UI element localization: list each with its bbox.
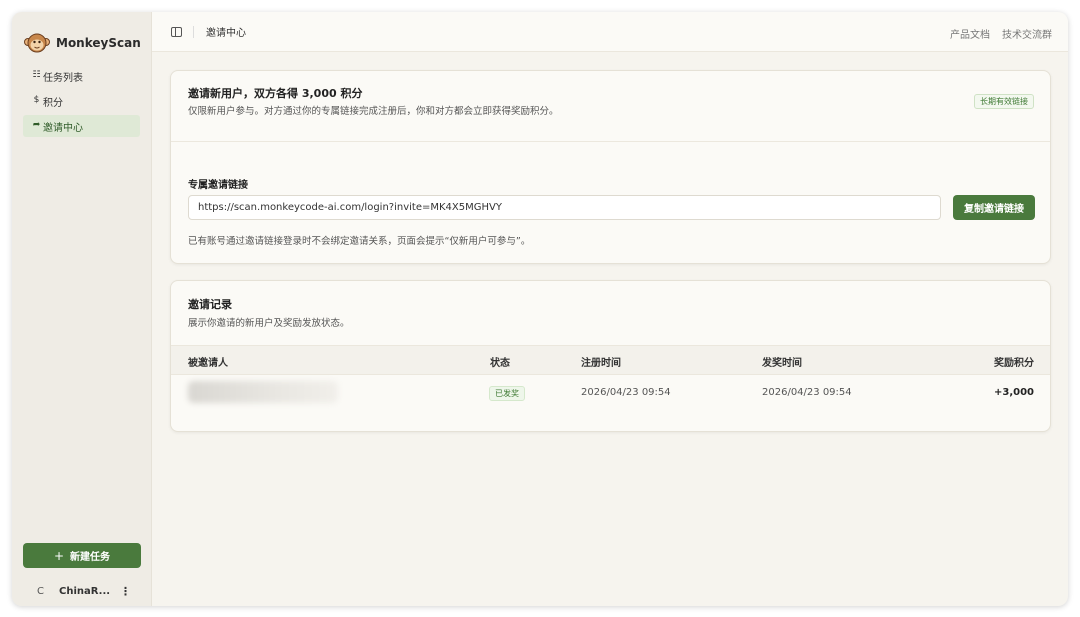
status-badge: 已发奖 bbox=[489, 386, 525, 401]
long-term-link-badge: 长期有效链接 bbox=[974, 94, 1034, 109]
invite-link-field[interactable] bbox=[188, 195, 941, 220]
invite-card: 邀请新用户，双方各得 3,000 积分 仅限新用户参与。对方通过你的专属链接完成… bbox=[170, 70, 1051, 264]
sidebar-item-invite-center[interactable]: ➦ 邀请中心 bbox=[23, 115, 140, 137]
column-registered-time: 注册时间 bbox=[581, 358, 621, 369]
sidebar-item-task-list[interactable]: ☷ 任务列表 bbox=[23, 65, 140, 87]
registered-time: 2026/04/23 09:54 bbox=[581, 387, 671, 398]
column-status: 状态 bbox=[490, 358, 510, 369]
column-reward-time: 发奖时间 bbox=[762, 358, 802, 369]
share-icon: ➦ bbox=[32, 120, 41, 130]
top-links: 产品文档 技术交流群 bbox=[938, 26, 1052, 41]
monkey-logo-icon bbox=[24, 33, 50, 52]
top-bar: 邀请中心 产品文档 技术交流群 bbox=[152, 12, 1068, 52]
main-content: 邀请中心 产品文档 技术交流群 邀请新用户，双方各得 3,000 积分 仅限新用… bbox=[152, 12, 1068, 606]
sidebar-item-points[interactable]: $ 积分 bbox=[23, 90, 140, 112]
invitee-name-redacted bbox=[188, 381, 338, 403]
column-reward-points: 奖励积分 bbox=[994, 358, 1034, 369]
invite-title: 邀请新用户，双方各得 3,000 积分 bbox=[188, 87, 363, 100]
sidebar-nav: ☷ 任务列表 $ 积分 ➦ 邀请中心 bbox=[12, 60, 151, 137]
more-vertical-icon[interactable]: ⋮ bbox=[120, 585, 131, 598]
invite-records-card: 邀请记录 展示你邀请的新用户及奖励发放状态。 被邀请人 状态 注册时间 发奖时间… bbox=[170, 280, 1051, 432]
coin-icon: $ bbox=[33, 95, 40, 105]
sidebar-item-label: 积分 bbox=[43, 97, 63, 109]
new-task-button[interactable]: + 新建任务 bbox=[23, 543, 141, 568]
copy-invite-link-button[interactable]: 复制邀请链接 bbox=[953, 195, 1035, 220]
reward-points: +3,000 bbox=[993, 387, 1034, 398]
docs-link[interactable]: 产品文档 bbox=[950, 26, 990, 41]
list-icon: ☷ bbox=[32, 70, 41, 80]
sidebar-toggle-icon[interactable] bbox=[171, 26, 182, 37]
invite-note: 已有账号通过邀请链接登录时不会绑定邀请关系，页面会提示“仅新用户可参与”。 bbox=[188, 236, 531, 247]
records-description: 展示你邀请的新用户及奖励发放状态。 bbox=[188, 318, 350, 329]
sidebar-item-label: 任务列表 bbox=[43, 72, 83, 84]
divider bbox=[193, 25, 194, 38]
breadcrumb: 邀请中心 bbox=[206, 28, 246, 39]
divider bbox=[171, 141, 1050, 142]
brand[interactable]: MonkeyScan bbox=[12, 12, 151, 60]
user-name: ChinaR... bbox=[59, 585, 111, 597]
invite-description: 仅限新用户参与。对方通过你的专属链接完成注册后，你和对方都会立即获得奖励积分。 bbox=[188, 106, 559, 117]
user-menu[interactable]: C ChinaR... ⋮ bbox=[23, 582, 141, 600]
app-window: MonkeyScan ☷ 任务列表 $ 积分 ➦ 邀请中心 + 新建任务 C C… bbox=[12, 12, 1068, 606]
avatar: C bbox=[37, 585, 44, 597]
invite-link-label: 专属邀请链接 bbox=[188, 180, 248, 191]
sidebar-item-label: 邀请中心 bbox=[43, 122, 83, 134]
sidebar: MonkeyScan ☷ 任务列表 $ 积分 ➦ 邀请中心 + 新建任务 C C… bbox=[12, 12, 152, 606]
app-name: MonkeyScan bbox=[56, 35, 141, 50]
community-link[interactable]: 技术交流群 bbox=[1002, 26, 1052, 41]
reward-time: 2026/04/23 09:54 bbox=[762, 387, 852, 398]
plus-icon: + bbox=[53, 548, 65, 563]
records-title: 邀请记录 bbox=[188, 298, 232, 311]
new-task-label: 新建任务 bbox=[70, 552, 111, 563]
table-header: 被邀请人 状态 注册时间 发奖时间 奖励积分 bbox=[171, 345, 1050, 375]
column-invitee: 被邀请人 bbox=[188, 358, 228, 369]
